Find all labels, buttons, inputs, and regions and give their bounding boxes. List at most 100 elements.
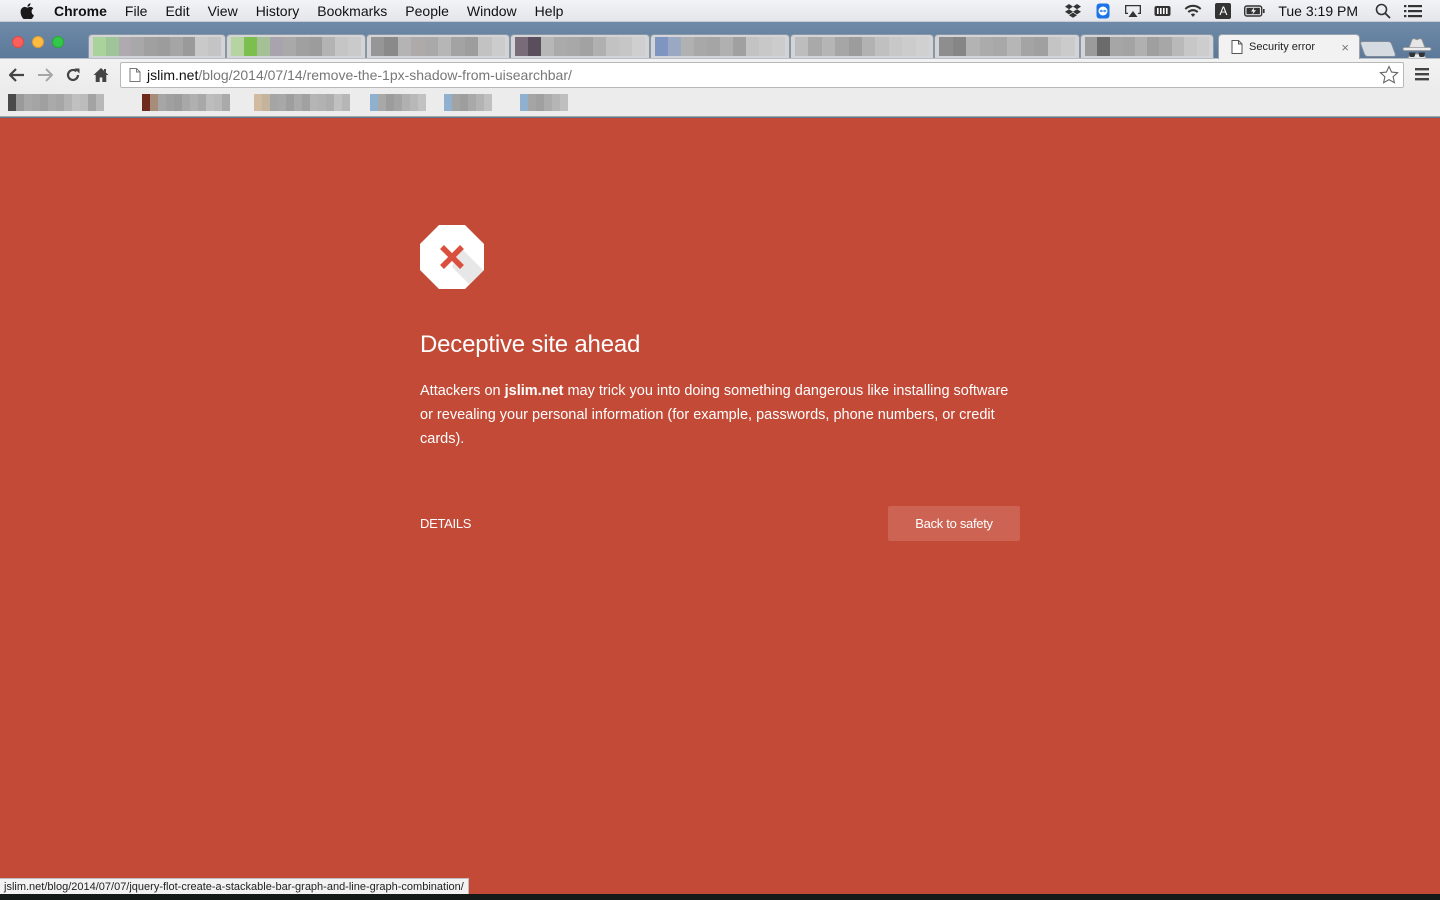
blurred-pixel [386, 94, 394, 111]
bookmark-item[interactable] [370, 94, 426, 111]
minimize-window-button[interactable] [32, 36, 44, 48]
blurred-pixel [326, 94, 334, 111]
page-info-icon[interactable] [129, 68, 141, 82]
blurred-pixel [520, 94, 528, 111]
new-tab-button[interactable] [1359, 41, 1397, 57]
bookmark-item[interactable] [142, 94, 230, 111]
blurred-pixel [48, 94, 56, 111]
blurred-pixel [1134, 37, 1148, 56]
menu-file[interactable]: File [125, 3, 148, 19]
bookmark-star-icon[interactable] [1379, 65, 1399, 85]
blurred-pixel [182, 94, 190, 111]
interstitial-actions: DETAILS Back to safety [420, 506, 1020, 542]
blurred-pixel [1006, 37, 1021, 56]
bookmarks-bar [0, 90, 1440, 117]
back-button[interactable] [3, 63, 31, 87]
blurred-pixel [64, 94, 72, 111]
menu-app-chrome[interactable]: Chrome [54, 3, 107, 19]
blurred-pixel [118, 37, 132, 56]
zoom-window-button[interactable] [52, 36, 64, 48]
battery-charging-icon[interactable] [1244, 3, 1266, 19]
blurred-pixel [567, 37, 580, 56]
bookmark-item[interactable] [444, 94, 492, 111]
chrome-menu-icon[interactable] [1414, 65, 1430, 83]
tab-blurred[interactable] [1080, 34, 1214, 58]
blurred-pixel [1196, 37, 1210, 56]
wifi-icon[interactable] [1184, 3, 1202, 19]
blurred-pixel [541, 37, 554, 56]
address-bar[interactable]: jslim.net/blog/2014/07/14/remove-the-1px… [120, 62, 1404, 88]
blurred-pixel [528, 94, 536, 111]
close-tab-icon[interactable]: × [1341, 40, 1349, 55]
blurred-pixel [952, 37, 967, 56]
menu-people[interactable]: People [405, 3, 449, 19]
blurred-pixel [296, 37, 309, 56]
blurred-pixel [418, 94, 426, 111]
menu-view[interactable]: View [208, 3, 238, 19]
tab-blurred[interactable] [934, 34, 1080, 58]
forward-button[interactable] [31, 63, 59, 87]
tab-blurred[interactable] [226, 34, 366, 58]
tab-blurred[interactable] [366, 34, 510, 58]
blurred-pixel [32, 94, 40, 111]
list-icon[interactable] [1404, 3, 1422, 19]
blurred-pixel [619, 37, 632, 56]
tab-blurred[interactable] [510, 34, 650, 58]
home-button[interactable] [87, 63, 115, 87]
blurred-pixel [156, 37, 170, 56]
menu-bookmarks[interactable]: Bookmarks [317, 3, 387, 19]
url-text[interactable]: jslim.net/blog/2014/07/14/remove-the-1px… [147, 67, 572, 83]
details-button[interactable]: DETAILS [420, 516, 471, 531]
blurred-pixel [309, 37, 322, 56]
tab-blurred[interactable] [88, 34, 226, 58]
blurred-pixel [694, 37, 707, 56]
blurred-pixel [195, 37, 209, 56]
blurred-pixel [528, 37, 541, 56]
bookmark-item[interactable] [520, 94, 568, 111]
battery-meter-icon[interactable] [1154, 3, 1172, 19]
blurred-pixel [915, 37, 930, 56]
blurred-pixel [322, 37, 335, 56]
menu-help[interactable]: Help [535, 3, 564, 19]
blurred-pixel [80, 94, 88, 111]
blurred-pixel [131, 37, 145, 56]
teamviewer-icon[interactable] [1094, 3, 1112, 19]
desktop-edge [0, 894, 1440, 900]
blurred-pixel [270, 37, 283, 56]
blurred-pixel [318, 94, 326, 111]
blurred-pixel [1097, 37, 1110, 56]
tab-security-error[interactable]: Security error × [1218, 34, 1360, 59]
menu-window[interactable]: Window [467, 3, 517, 19]
menu-edit[interactable]: Edit [165, 3, 189, 19]
blurred-pixel [460, 94, 468, 111]
dropbox-icon[interactable] [1064, 3, 1082, 19]
blurred-pixel [222, 94, 230, 111]
back-to-safety-button[interactable]: Back to safety [888, 506, 1020, 541]
menu-history[interactable]: History [256, 3, 300, 19]
reload-button[interactable] [59, 63, 87, 87]
blurred-pixel [169, 37, 183, 56]
blurred-pixel [302, 94, 310, 111]
airplay-icon[interactable] [1124, 3, 1142, 19]
close-window-button[interactable] [12, 36, 24, 48]
menu-clock[interactable]: Tue 3:19 PM [1278, 3, 1358, 19]
macos-menu-bar: Chrome File Edit View History Bookmarks … [0, 0, 1440, 22]
bookmark-item[interactable] [8, 94, 104, 111]
blurred-pixel [848, 37, 863, 56]
search-icon[interactable] [1374, 3, 1392, 19]
blurred-pixel [371, 37, 385, 56]
tab-blurred[interactable] [790, 34, 934, 58]
bookmark-item[interactable] [254, 94, 350, 111]
apple-menu-icon[interactable] [20, 2, 36, 19]
blurred-pixel [214, 94, 222, 111]
blurred-pixel [536, 94, 544, 111]
blurred-pixel [888, 37, 903, 56]
blurred-pixel [144, 37, 157, 56]
blurred-pixel [772, 37, 785, 56]
blurred-pixel [464, 37, 479, 56]
blurred-pixel [384, 37, 398, 56]
tab-blurred[interactable] [650, 34, 790, 58]
input-source-icon[interactable]: A [1214, 3, 1232, 19]
message-host: jslim.net [504, 383, 564, 399]
blurred-pixel [720, 37, 733, 56]
